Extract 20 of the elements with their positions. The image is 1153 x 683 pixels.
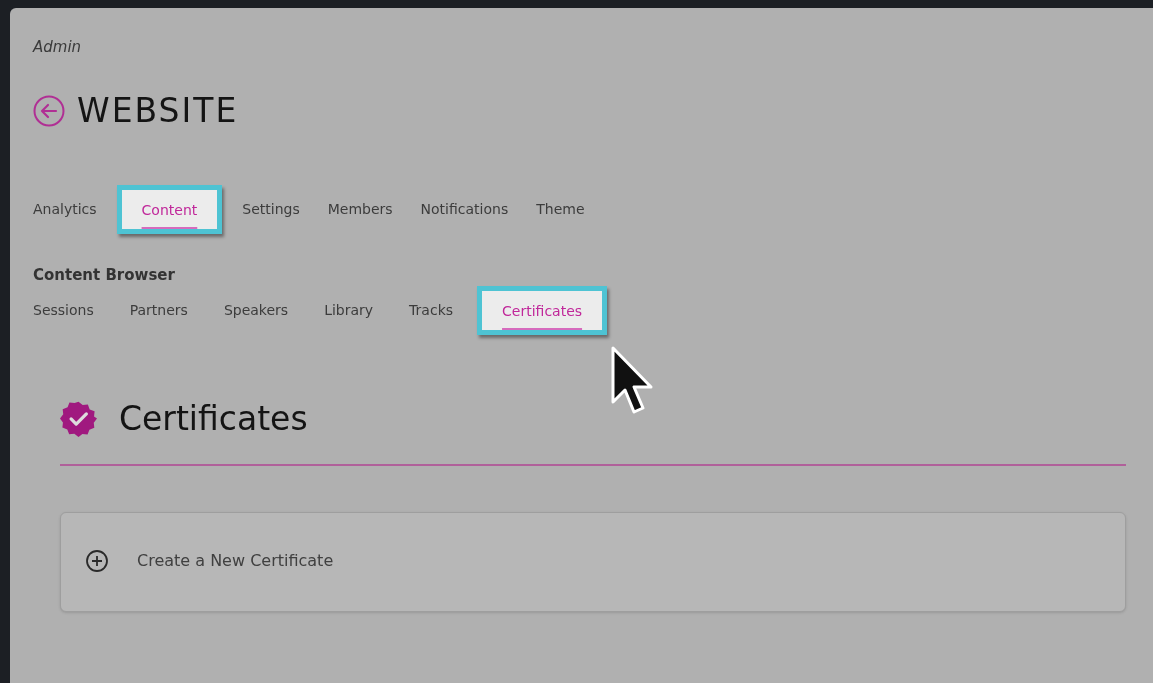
tab[interactable]: Partners bbox=[129, 299, 188, 321]
create-certificate-button[interactable]: Create a New Certificate bbox=[60, 511, 1126, 612]
tab[interactable]: Settings bbox=[242, 199, 300, 220]
tab[interactable]: Notifications bbox=[420, 199, 509, 220]
verified-badge-icon bbox=[60, 400, 97, 438]
tab[interactable]: Library bbox=[324, 299, 374, 321]
page-title: WEBSITE bbox=[77, 90, 239, 132]
tab[interactable]: Sessions bbox=[33, 299, 94, 321]
tab[interactable]: Content bbox=[116, 185, 223, 234]
tab[interactable]: Tracks bbox=[409, 299, 454, 321]
section-heading: Content Browser bbox=[33, 264, 176, 286]
tab[interactable]: Members bbox=[327, 199, 393, 220]
tab[interactable]: Certificates bbox=[477, 285, 608, 335]
section-title: Certificates bbox=[119, 398, 308, 440]
back-icon[interactable] bbox=[33, 94, 65, 127]
tab[interactable]: Theme bbox=[536, 199, 585, 220]
tab[interactable]: Analytics bbox=[33, 199, 97, 220]
breadcrumb: Admin bbox=[33, 37, 83, 56]
plus-circle-icon bbox=[85, 548, 109, 573]
tab[interactable]: Speakers bbox=[223, 299, 289, 321]
